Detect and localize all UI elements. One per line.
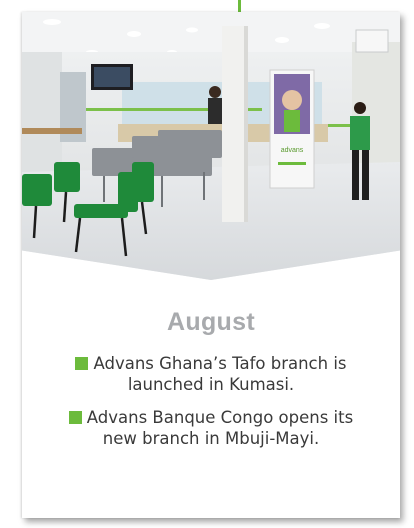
timeline-item-2-text: Advans Banque Congo opens its new branch… [86, 408, 354, 448]
timeline-card: advans August Advans Ghana’s Tafo branch… [22, 12, 400, 518]
timeline-item-1-text: Advans Ghana’s Tafo branch is launched i… [93, 354, 347, 394]
timeline-item-2: Advans Banque Congo opens its new branch… [51, 407, 371, 449]
month-heading: August [167, 308, 255, 336]
green-square-bullet-icon [68, 411, 82, 424]
green-square-bullet-icon [75, 357, 89, 370]
person-standing-figure [208, 86, 222, 124]
branch-photo: advans [22, 12, 400, 280]
svg-text:advans: advans [281, 147, 304, 154]
timeline-item-1: Advans Ghana’s Tafo branch is launched i… [51, 353, 371, 395]
timeline-card-text: August Advans Ghana’s Tafo branch is lau… [22, 308, 400, 449]
